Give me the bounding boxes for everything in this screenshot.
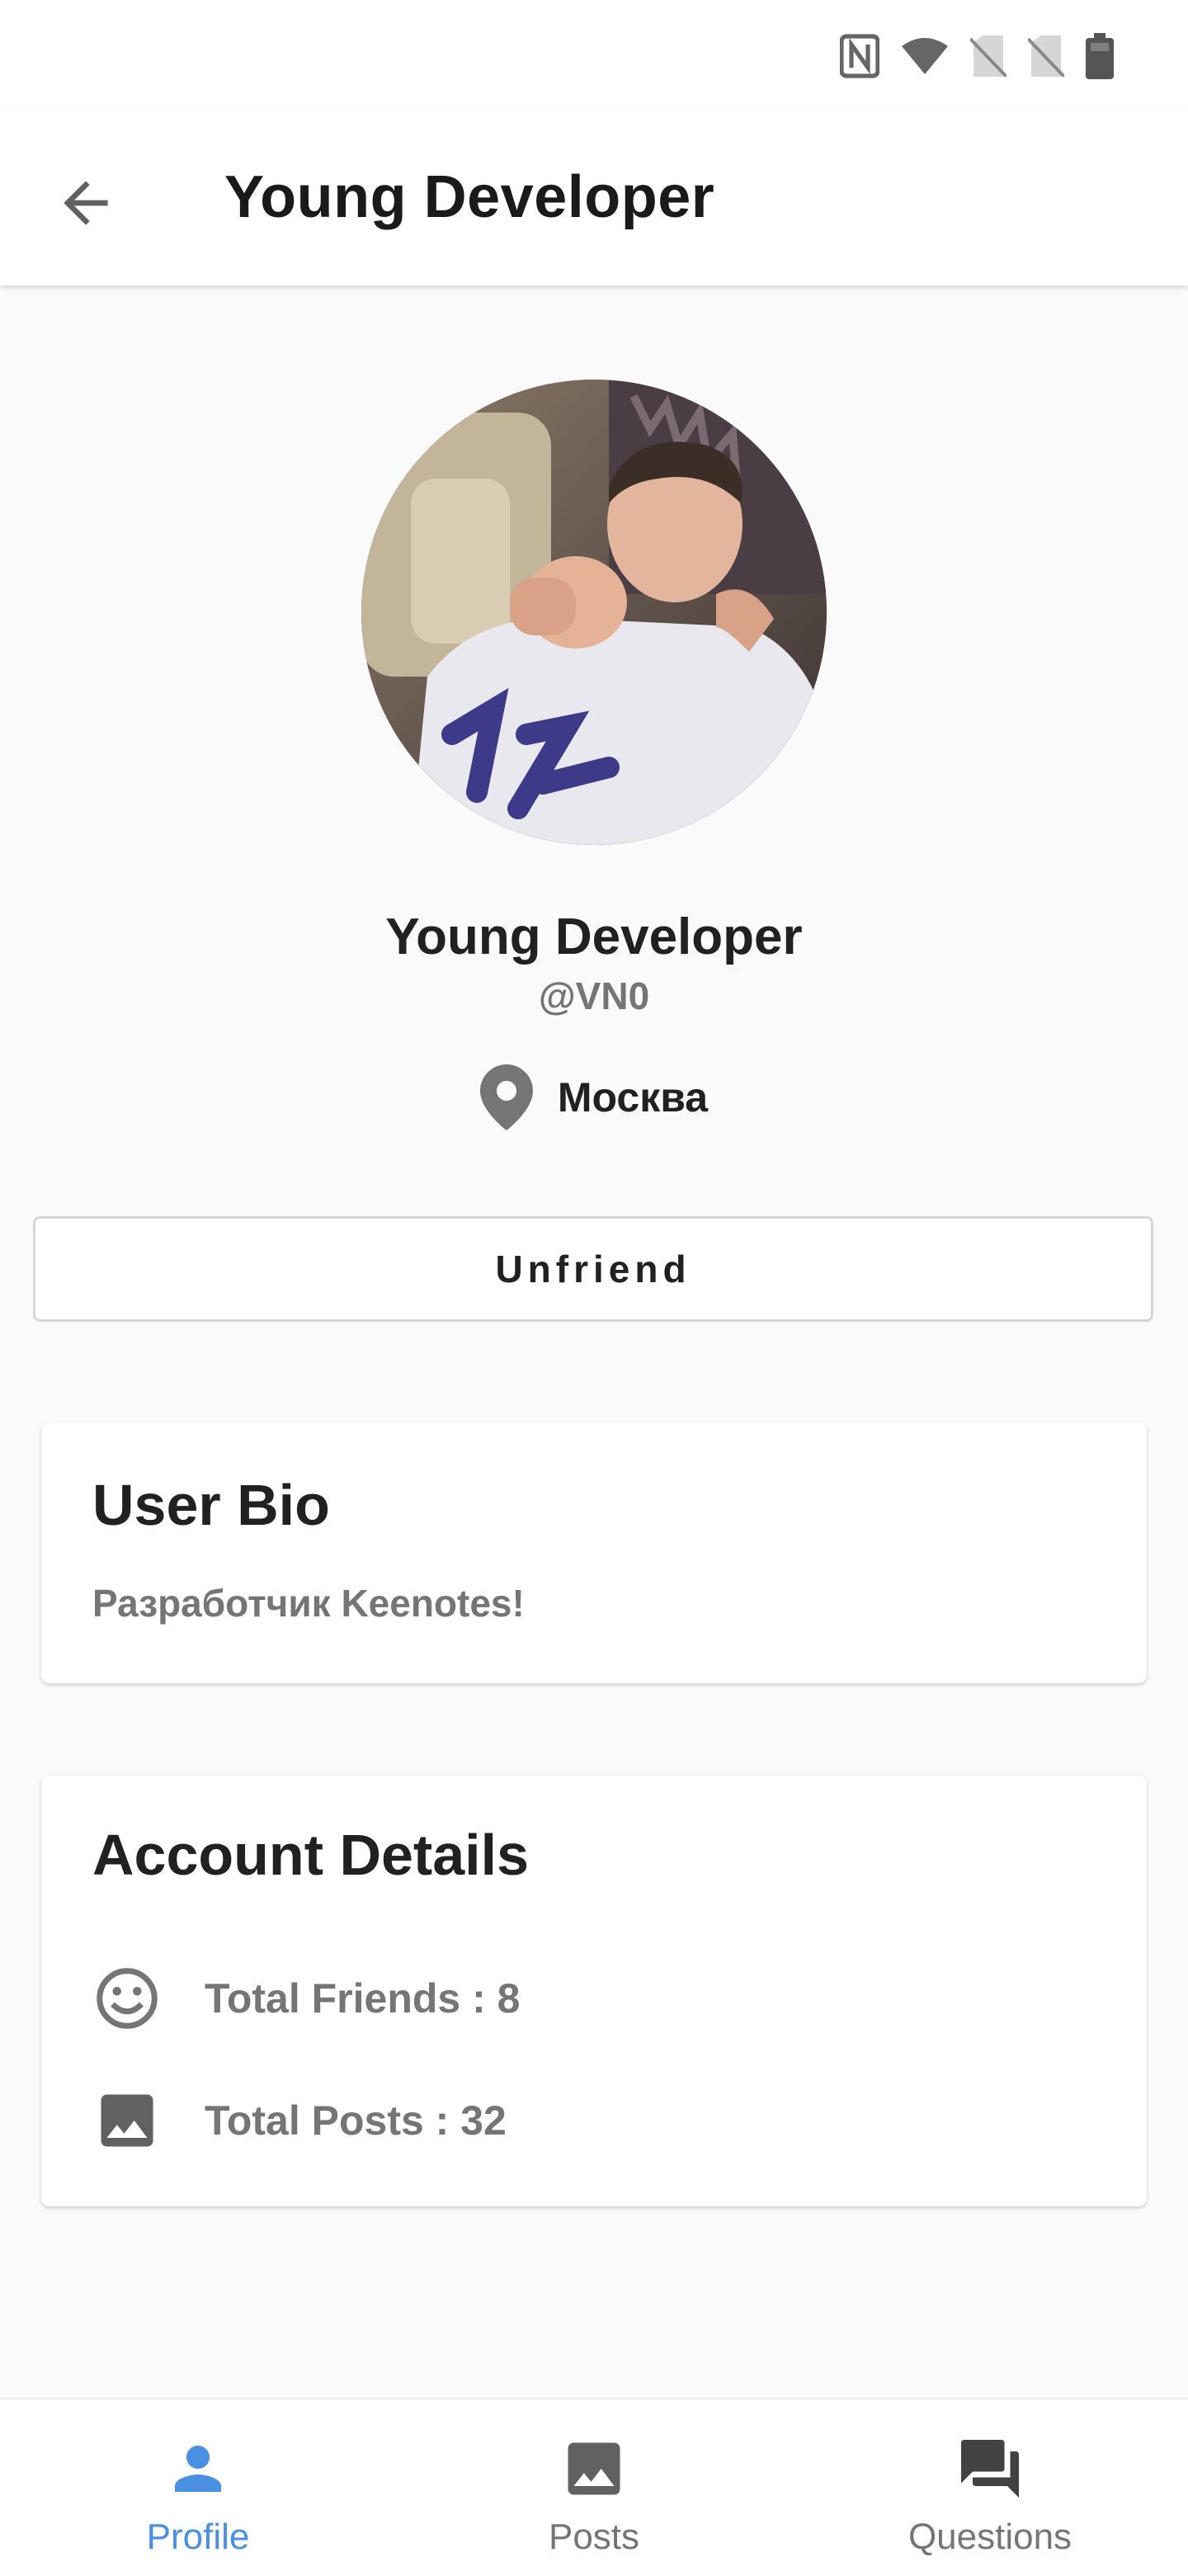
image-icon xyxy=(568,2442,620,2495)
total-posts-text: Total Posts : 32 xyxy=(205,2097,507,2144)
app-bar: Young Developer xyxy=(0,107,1188,285)
bottom-navigation: Profile Posts Questions xyxy=(0,2398,1188,2576)
nav-label-posts: Posts xyxy=(548,2517,640,2557)
total-friends-row: Total Friends : 8 xyxy=(92,1964,520,2033)
app-title: Young Developer xyxy=(224,164,715,230)
total-posts-row: Total Posts : 32 xyxy=(92,2086,507,2155)
unfriend-button[interactable]: Unfriend xyxy=(33,1216,1153,1322)
nfc-icon xyxy=(840,33,879,79)
status-bar xyxy=(0,0,1188,107)
status-icons xyxy=(840,33,1114,79)
location: Москва xyxy=(0,1064,1188,1130)
arrow-left-icon xyxy=(64,181,108,225)
person-icon xyxy=(175,2446,221,2492)
nav-item-questions[interactable]: Questions xyxy=(792,2399,1188,2576)
display-name: Young Developer xyxy=(385,908,803,965)
user-bio-card: User Bio Разработчик Keenotes! xyxy=(41,1422,1147,1683)
battery-icon xyxy=(1086,33,1114,79)
location-text: Москва xyxy=(557,1074,709,1121)
no-sim-icon xyxy=(1028,35,1064,77)
account-details-card: Account Details Total Friends : 8 Total … xyxy=(41,1776,1147,2206)
total-friends-text: Total Friends : 8 xyxy=(205,1975,521,2022)
smiley-face-icon xyxy=(97,1968,158,2029)
nav-label-questions: Questions xyxy=(908,2517,1072,2557)
location-pin-icon xyxy=(479,1064,533,1130)
no-sim-icon xyxy=(970,35,1006,77)
wifi-icon xyxy=(901,36,949,76)
username: @VN0 xyxy=(538,974,650,1017)
nav-item-posts[interactable]: Posts xyxy=(396,2399,792,2576)
bio-title: User Bio xyxy=(92,1473,330,1537)
nav-item-profile[interactable]: Profile xyxy=(0,2399,396,2576)
account-title: Account Details xyxy=(92,1823,529,1887)
nav-label-profile: Profile xyxy=(146,2517,250,2557)
bio-text: Разработчик Keenotes! xyxy=(92,1582,525,1625)
forum-icon xyxy=(961,2440,1019,2498)
image-icon xyxy=(101,2094,153,2147)
avatar xyxy=(361,380,827,845)
back-button[interactable] xyxy=(53,170,119,236)
